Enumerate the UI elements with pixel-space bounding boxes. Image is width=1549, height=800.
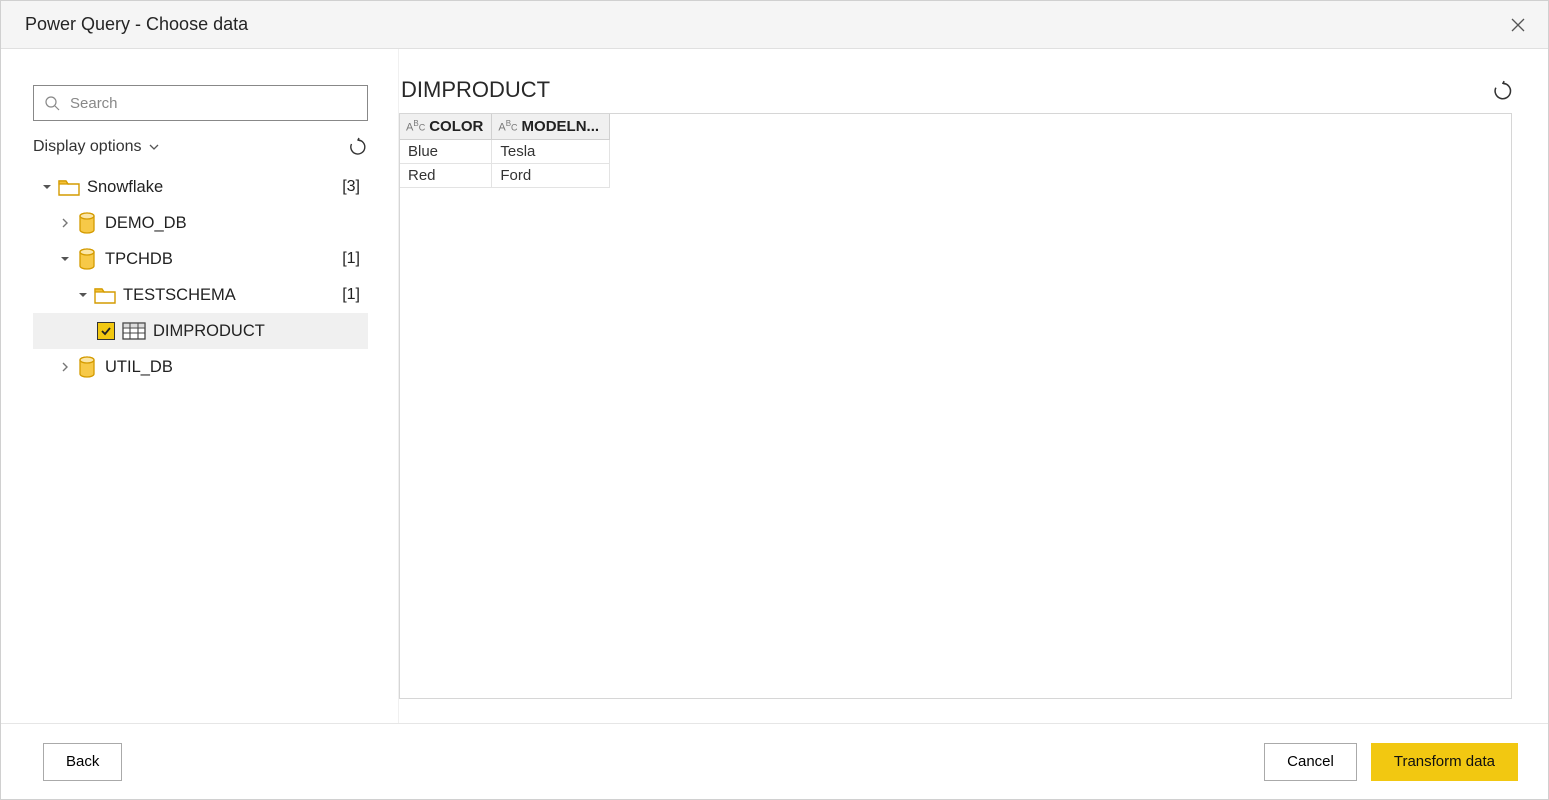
back-button[interactable]: Back [43,743,122,781]
tree-item-util-db[interactable]: UTIL_DB [33,349,368,385]
display-options-label: Display options [33,138,142,156]
cancel-button[interactable]: Cancel [1264,743,1357,781]
tree-item-demo-db[interactable]: DEMO_DB [33,205,368,241]
tree-item-tpchdb[interactable]: TPCHDB [1] [33,241,368,277]
main-panel: DIMPRODUCT ABC COLOR [399,49,1548,723]
refresh-icon [1492,80,1514,102]
titlebar: Power Query - Choose data [1,1,1548,49]
search-icon [44,95,60,111]
display-options-toggle[interactable]: Display options [33,138,160,156]
close-icon [1510,17,1526,33]
tree-item-dimproduct[interactable]: DIMPRODUCT [33,313,368,349]
chevron-down-icon [148,141,160,153]
cell: Ford [492,164,610,188]
cell: Tesla [492,140,610,164]
tree-label: UTIL_DB [105,358,360,377]
expando-icon[interactable] [57,215,73,231]
data-preview-table: ABC COLOR ABC MODELN... [400,114,610,188]
refresh-icon [348,137,368,157]
footer: Back Cancel Transform data [1,723,1548,799]
cell: Blue [400,140,492,164]
tree-count: [3] [342,178,360,196]
search-input[interactable] [68,94,357,113]
sidebar: Display options Snowflake [3 [1,49,399,723]
column-name: COLOR [429,118,483,135]
transform-data-button[interactable]: Transform data [1371,743,1518,781]
expando-icon[interactable] [75,287,91,303]
database-icon [75,356,99,378]
folder-icon [57,176,81,198]
tree-count: [1] [342,250,360,268]
table-row[interactable]: Blue Tesla [400,140,610,164]
cell: Red [400,164,492,188]
close-button[interactable] [1504,11,1532,39]
text-type-icon: ABC [406,119,425,134]
table-row[interactable]: Red Ford [400,164,610,188]
expando-icon[interactable] [39,179,55,195]
tree-item-testschema[interactable]: TESTSCHEMA [1] [33,277,368,313]
folder-icon [93,284,117,306]
tree-label: DIMPRODUCT [153,322,360,341]
tree-label: TESTSCHEMA [123,286,342,305]
checkbox-dimproduct[interactable] [97,322,115,340]
tree-count: [1] [342,286,360,304]
preview-title: DIMPRODUCT [401,77,1492,103]
preview-box: ABC COLOR ABC MODELN... [399,113,1512,699]
column-name: MODELN... [522,118,600,135]
tree-label: Snowflake [87,178,342,197]
search-box[interactable] [33,85,368,121]
tree-label: TPCHDB [105,250,342,269]
tree-item-snowflake[interactable]: Snowflake [3] [33,169,368,205]
refresh-button[interactable] [348,137,368,157]
expando-icon[interactable] [57,359,73,375]
tree-label: DEMO_DB [105,214,360,233]
text-type-icon: ABC [498,119,517,134]
preview-refresh-button[interactable] [1492,80,1512,100]
expando-icon[interactable] [57,251,73,267]
column-header-modelname[interactable]: ABC MODELN... [492,114,610,140]
window-title: Power Query - Choose data [25,14,1504,35]
column-header-color[interactable]: ABC COLOR [400,114,492,140]
database-icon [75,212,99,234]
nav-tree: Snowflake [3] DEMO_DB [33,169,368,385]
database-icon [75,248,99,270]
table-icon [121,320,147,342]
